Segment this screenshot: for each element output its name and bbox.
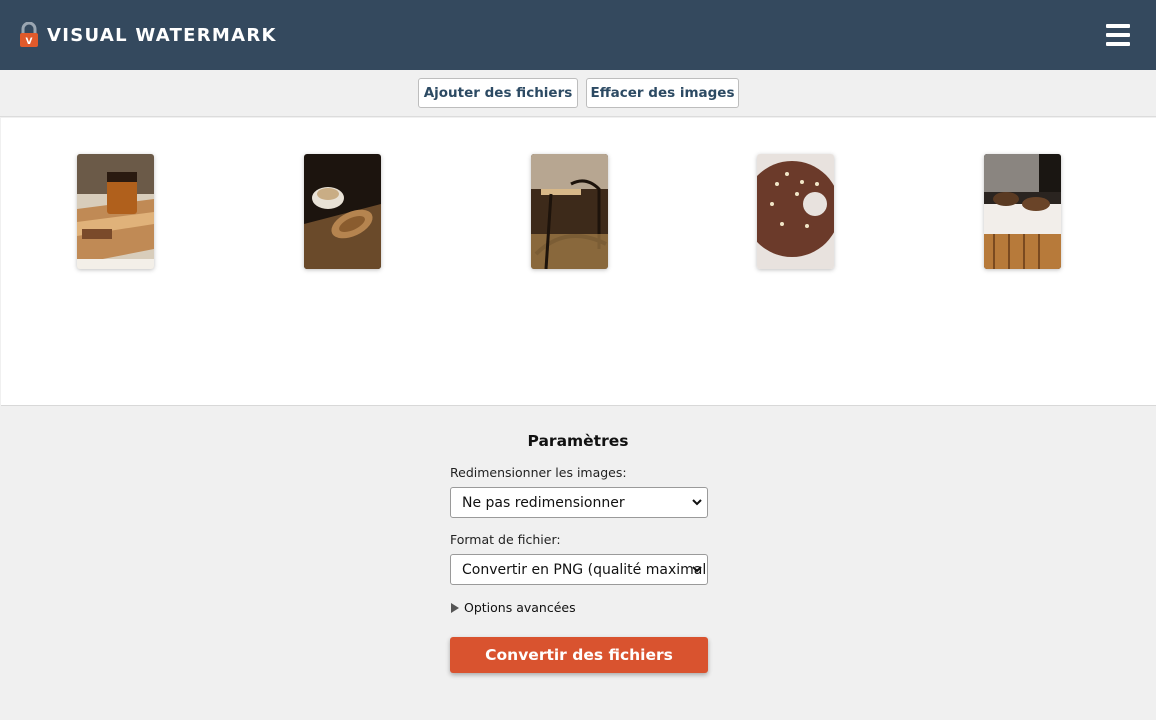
format-select-value: Convertir en PNG (qualité maximale)	[462, 561, 708, 578]
image-thumbnail[interactable]	[304, 154, 381, 269]
app-header: V VISUAL WATERMARK	[0, 0, 1156, 70]
clear-images-button[interactable]: Effacer des images	[586, 78, 739, 108]
chevron-down-icon	[692, 499, 702, 506]
image-thumbnail[interactable]	[984, 154, 1061, 269]
triangle-right-icon	[451, 602, 459, 613]
image-thumbnail[interactable]	[531, 154, 608, 269]
settings-panel: Paramètres Redimensionner les images: Ne…	[0, 406, 1156, 720]
format-label: Format de fichier:	[450, 532, 561, 547]
logo[interactable]: V VISUAL WATERMARK	[18, 21, 277, 48]
convert-files-button[interactable]: Convertir des fichiers	[450, 637, 708, 673]
image-gallery	[1, 118, 1156, 406]
svg-text:V: V	[26, 37, 33, 47]
resize-select[interactable]: Ne pas redimensionner	[450, 487, 708, 518]
advanced-options-label: Options avancées	[464, 600, 576, 615]
advanced-options-toggle[interactable]: Options avancées	[451, 600, 576, 615]
toolbar: Ajouter des fichiers Effacer des images	[0, 70, 1156, 117]
resize-label: Redimensionner les images:	[450, 465, 627, 480]
add-files-button[interactable]: Ajouter des fichiers	[418, 78, 578, 108]
image-thumbnail[interactable]	[757, 154, 834, 269]
format-select[interactable]: Convertir en PNG (qualité maximale)	[450, 554, 708, 585]
resize-select-value: Ne pas redimensionner	[462, 494, 625, 511]
hamburger-menu-icon[interactable]	[1106, 24, 1130, 46]
chevron-down-icon	[692, 566, 702, 573]
image-thumbnail[interactable]	[77, 154, 154, 269]
brand-name: VISUAL WATERMARK	[47, 24, 277, 46]
padlock-icon: V	[18, 21, 40, 48]
settings-title: Paramètres	[527, 432, 629, 450]
